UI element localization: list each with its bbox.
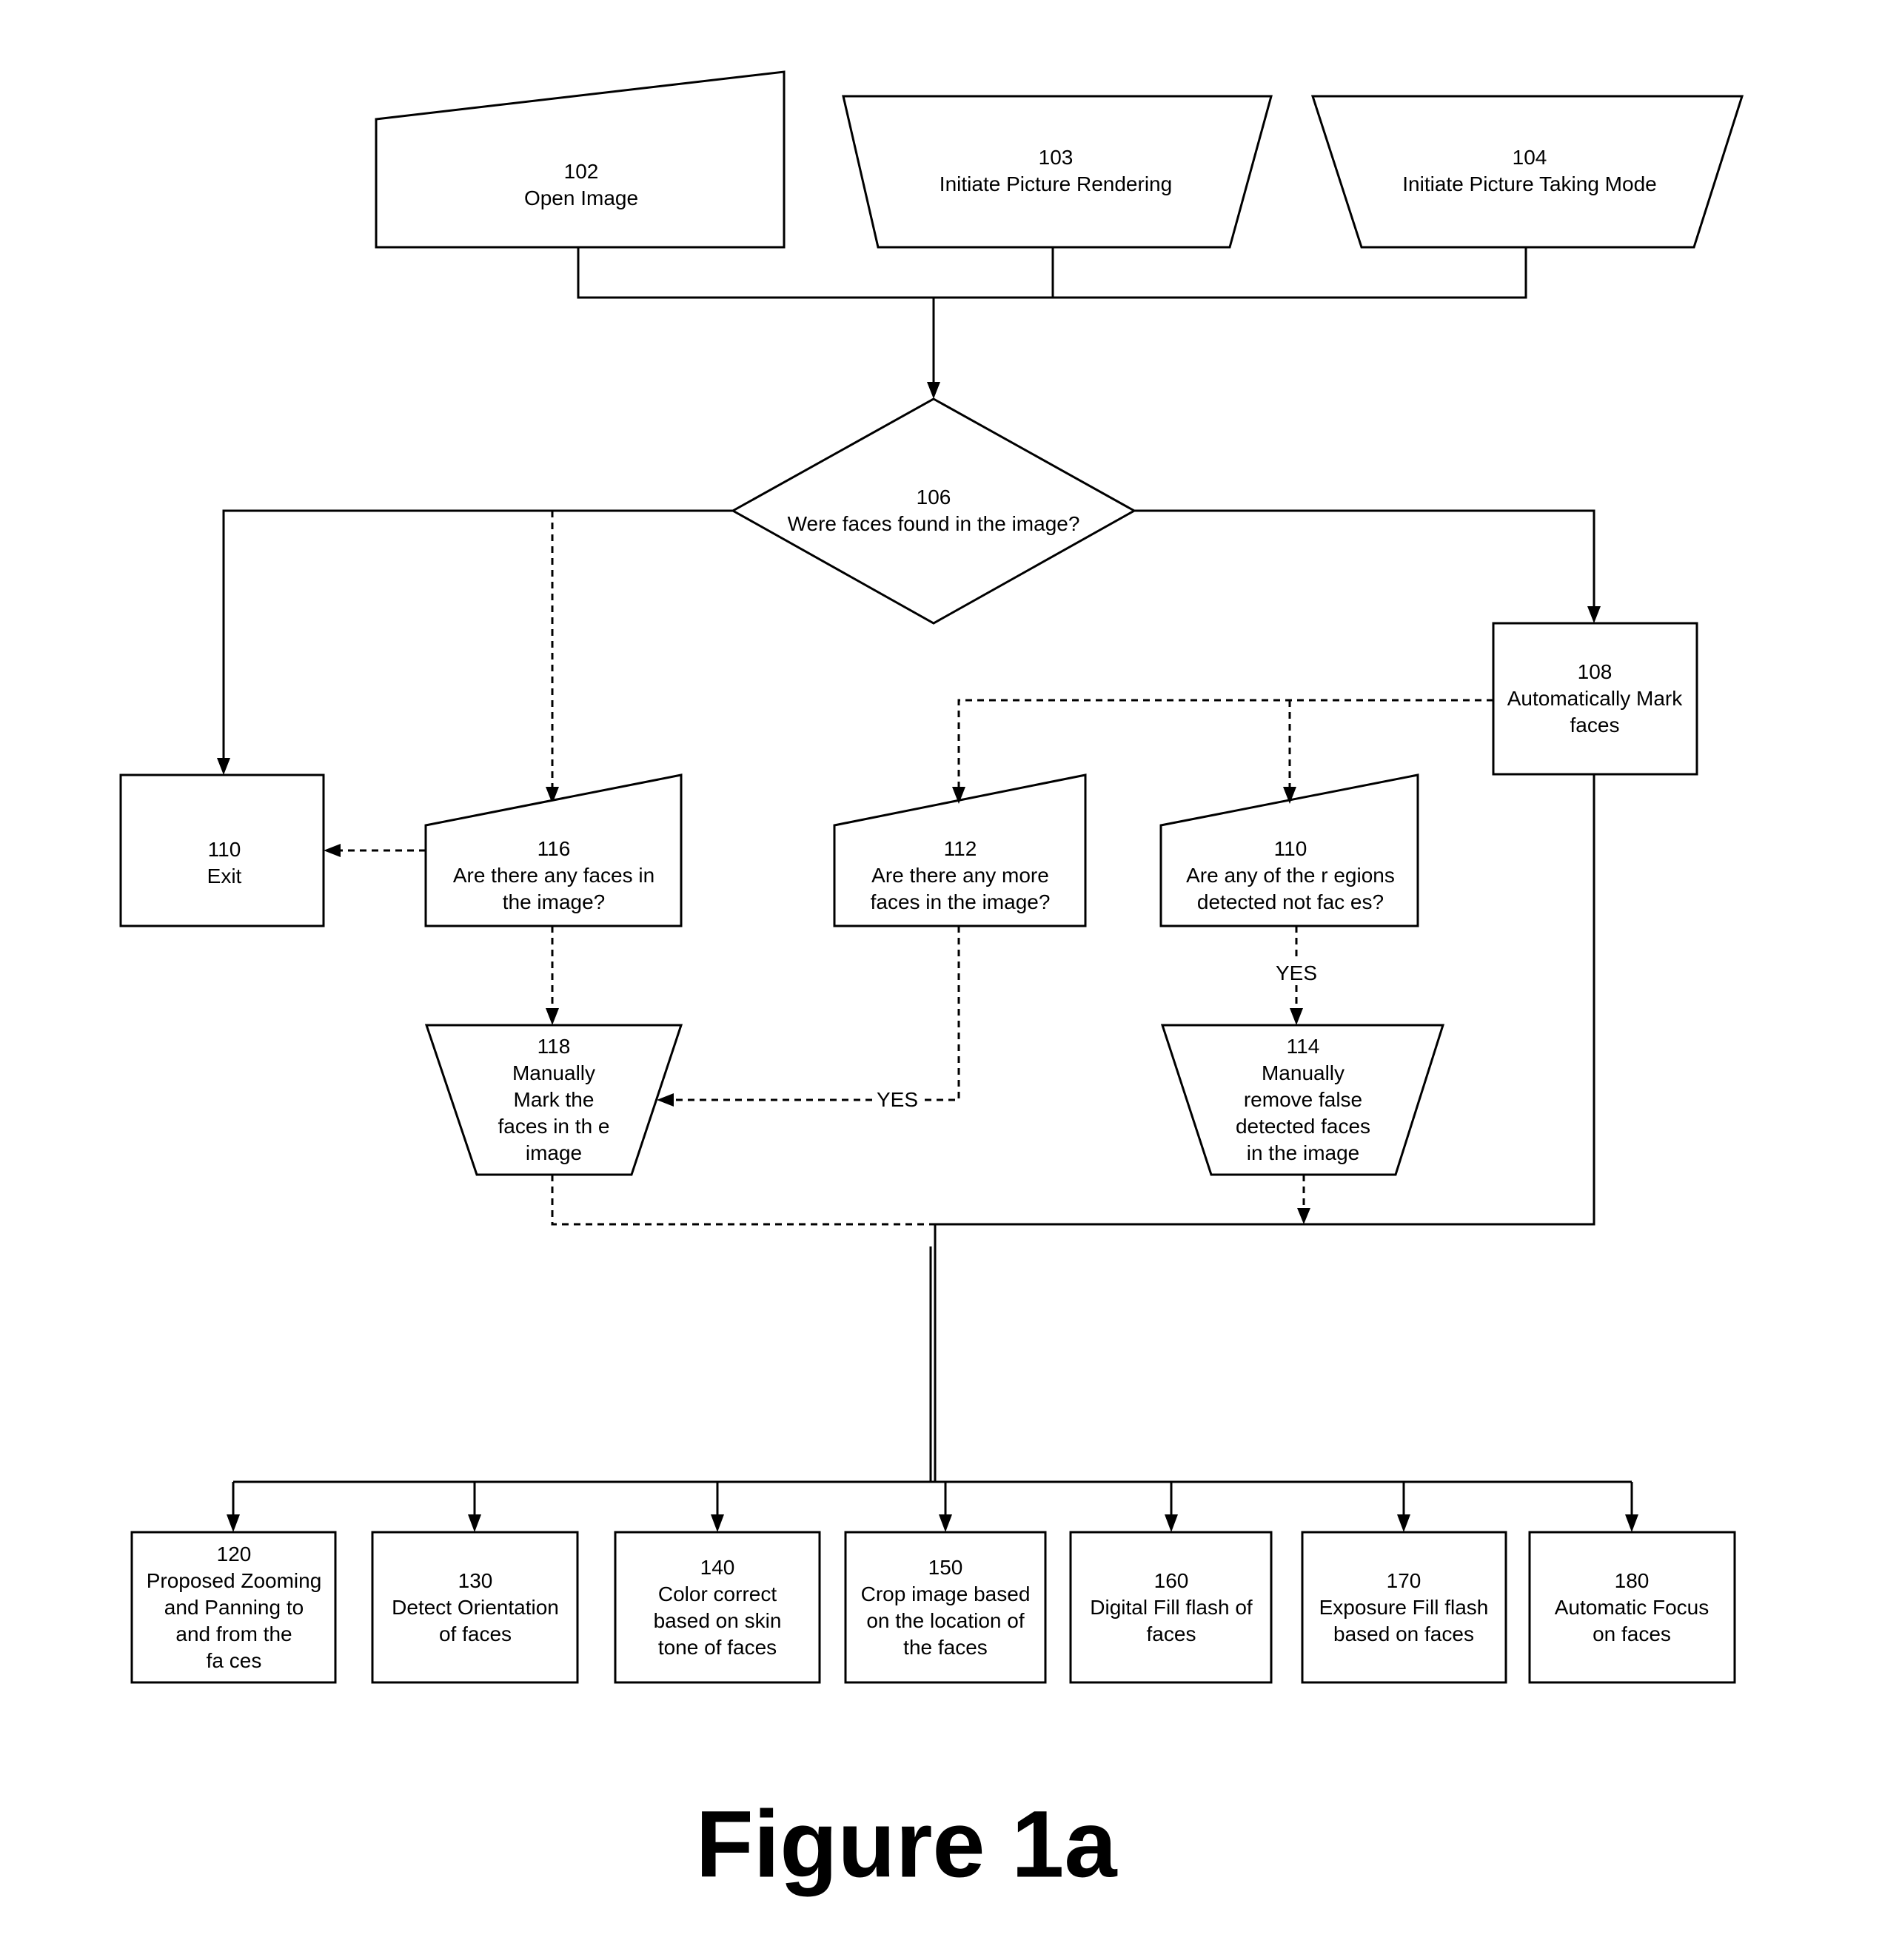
- node-text: Initiate Picture Rendering: [939, 172, 1173, 195]
- node-text: Were faces found in the image?: [787, 512, 1080, 535]
- edge-merge-to-bus: [929, 1224, 937, 1482]
- arrowhead: [1397, 1514, 1410, 1532]
- node-id: 140: [700, 1556, 735, 1579]
- node-id: 110: [207, 838, 241, 861]
- node-text: Proposed Zooming and Panning to and from…: [146, 1569, 322, 1672]
- node-text: Manually Mark the faces in th e image: [498, 1061, 610, 1164]
- edge-112-to-118: [673, 926, 960, 1101]
- node-103: 103 Initiate Picture Rendering: [940, 144, 1172, 198]
- node-108: 108 Automatically Mark faces: [1507, 659, 1683, 739]
- node-id: 110: [1273, 837, 1307, 860]
- node-text: Are there any faces in the image?: [452, 864, 655, 913]
- node-116: 116 Are there any faces in the image?: [453, 836, 654, 916]
- node-text: Exit: [207, 865, 242, 887]
- node-120: 120 Proposed Zooming and Panning to and f…: [147, 1541, 322, 1674]
- node-id: 180: [1614, 1569, 1650, 1592]
- arrowhead: [1297, 1208, 1310, 1224]
- node-id: 118: [537, 1035, 571, 1058]
- node-112: 112 Are there any more faces in the image…: [871, 836, 1051, 916]
- arrowhead: [546, 1008, 559, 1025]
- node-110-exit: 110 Exit: [207, 836, 242, 890]
- node-170: 170 Exposure Fill flash based on faces: [1319, 1568, 1489, 1648]
- node-104: 104 Initiate Picture Taking Mode: [1402, 144, 1656, 198]
- node-id: 103: [1038, 146, 1074, 169]
- node-text: Are there any more faces in the image?: [870, 864, 1051, 913]
- arrowhead: [939, 1514, 952, 1532]
- arrowhead: [927, 382, 940, 399]
- edge-label-yes: YES: [873, 1088, 922, 1112]
- node-text: Color correct based on skin tone of face…: [653, 1583, 782, 1659]
- node-160: 160 Digital Fill flash of faces: [1090, 1568, 1252, 1648]
- node-id: 116: [537, 837, 571, 860]
- arrowhead: [1587, 606, 1601, 623]
- node-114: 114 Manually remove false detected faces …: [1236, 1033, 1370, 1167]
- node-150: 150 Crop image based on the location of t…: [861, 1554, 1031, 1661]
- node-110-question: 110 Are any of the r egions detected not …: [1186, 836, 1395, 916]
- node-text: Are any of the r egions detected not fac…: [1186, 864, 1395, 913]
- bus-drops: [227, 1482, 1638, 1532]
- node-text: Manually remove false detected faces in …: [1235, 1061, 1371, 1164]
- node-text: Automatically Mark faces: [1507, 687, 1683, 736]
- node-text: Digital Fill flash of faces: [1090, 1596, 1253, 1645]
- node-id: 112: [943, 837, 977, 860]
- node-id: 102: [563, 160, 599, 183]
- edge-106-to-exit: [222, 509, 733, 761]
- node-102: 102 Open Image: [524, 158, 638, 212]
- node-text: Crop image based on the location of the …: [860, 1583, 1031, 1659]
- arrowhead: [324, 844, 341, 857]
- node-id: 104: [1512, 146, 1547, 169]
- node-text: Initiate Picture Taking Mode: [1402, 172, 1657, 195]
- figure-caption: Figure 1a: [695, 1791, 1117, 1898]
- arrowhead: [1625, 1514, 1638, 1532]
- arrowhead: [217, 758, 230, 775]
- arrowhead: [1165, 1514, 1178, 1532]
- node-180: 180 Automatic Focus on faces: [1555, 1568, 1709, 1648]
- node-118: 118 Manually Mark the faces in th e image: [498, 1033, 610, 1167]
- node-id: 120: [216, 1543, 252, 1565]
- node-id: 130: [458, 1569, 493, 1592]
- node-id: 170: [1386, 1569, 1421, 1592]
- node-id: 106: [916, 486, 951, 509]
- node-text: Automatic Focus on faces: [1554, 1596, 1709, 1645]
- node-text: Exposure Fill flash based on faces: [1319, 1596, 1489, 1645]
- node-text: Detect Orientation of faces: [392, 1596, 559, 1645]
- arrowhead: [1290, 1008, 1303, 1025]
- arrowhead: [468, 1514, 481, 1532]
- edge-label-yes: YES: [1272, 961, 1321, 985]
- node-id: 108: [1577, 660, 1613, 683]
- node-id: 150: [928, 1556, 963, 1579]
- node-106: 106 Were faces found in the image?: [788, 484, 1080, 537]
- arrowhead: [657, 1093, 674, 1107]
- arrowhead: [711, 1514, 724, 1532]
- node-id: 114: [1286, 1035, 1320, 1058]
- arrowhead: [227, 1514, 240, 1532]
- edge-106-to-108: [1134, 509, 1595, 609]
- node-140: 140 Color correct based on skin tone of f…: [654, 1554, 782, 1661]
- node-id: 160: [1153, 1569, 1189, 1592]
- node-130: 130 Detect Orientation of faces: [392, 1568, 559, 1648]
- connector-top-merge: [577, 247, 1527, 299]
- edge-118-to-merge: [551, 1175, 935, 1226]
- node-text: Open Image: [523, 187, 639, 209]
